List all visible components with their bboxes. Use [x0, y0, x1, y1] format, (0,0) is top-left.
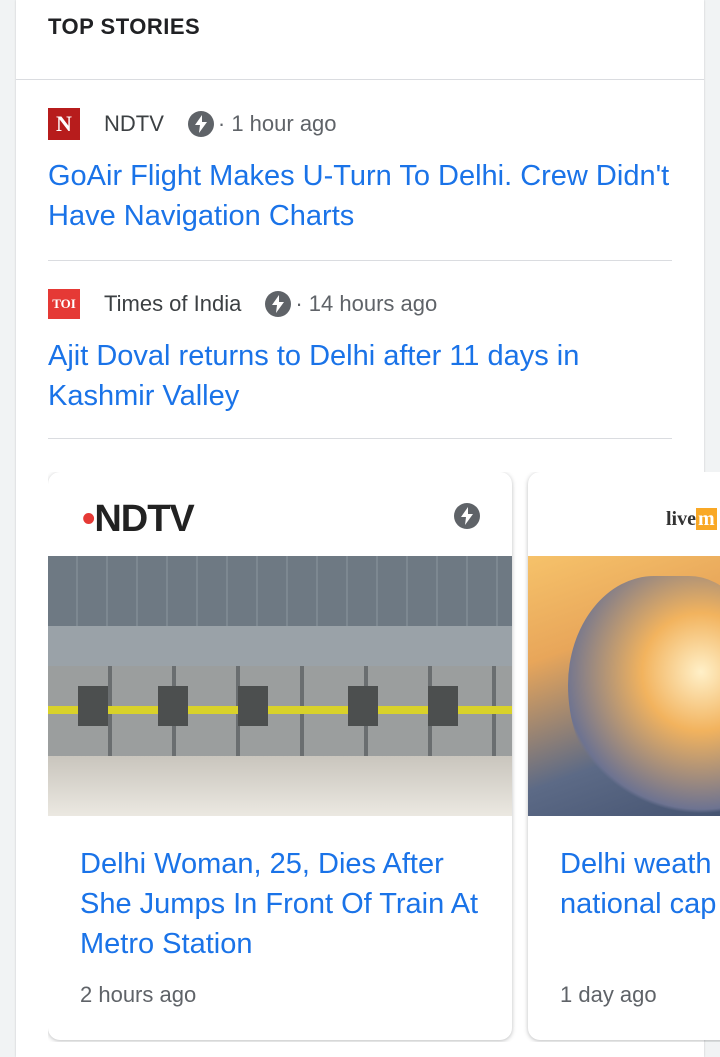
card-thumbnail-image	[528, 556, 720, 816]
story-item[interactable]: N NDTV · 1 hour ago GoAir Flight Makes U…	[48, 100, 672, 261]
story-meta: TOI Times of India · 14 hours ago	[48, 280, 672, 328]
news-card[interactable]: livem Delhi weath Heavy rains national c…	[528, 472, 720, 1040]
amp-lightning-icon	[454, 503, 480, 529]
story-item[interactable]: TOI Times of India · 14 hours ago Ajit D…	[48, 280, 672, 439]
card-headline-link[interactable]: Delhi weath Heavy rains national cap	[528, 816, 720, 982]
card-headline-link[interactable]: Delhi Woman, 25, Dies After She Jumps In…	[48, 816, 512, 982]
card-thumbnail-image	[48, 556, 512, 816]
ndtv-logo-icon: •NDTV	[82, 498, 195, 540]
card-time: 2 hours ago	[80, 982, 197, 1007]
story-headline-link[interactable]: GoAir Flight Makes U-Turn To Delhi. Crew…	[48, 156, 672, 236]
news-card[interactable]: •NDTV Delhi Woman, 25, Dies After She Ju…	[48, 472, 512, 1040]
amp-lightning-icon	[187, 111, 214, 137]
card-header: •NDTV	[48, 472, 512, 556]
news-carousel[interactable]: •NDTV Delhi Woman, 25, Dies After She Ju…	[48, 472, 720, 1042]
source-name: NDTV	[104, 111, 164, 136]
amp-lightning-icon	[265, 291, 292, 317]
toi-logo-icon: TOI	[48, 289, 80, 319]
story-time: · 1 hour ago	[217, 111, 337, 136]
livemint-logo-icon: live m	[666, 508, 717, 530]
story-time: · 14 hours ago	[295, 291, 438, 316]
section-title: TOP STORIES	[48, 14, 201, 39]
ndtv-logo-icon: N	[48, 108, 80, 140]
card-header: live m	[528, 472, 720, 556]
section-header: TOP STORIES	[16, 0, 704, 80]
story-meta: N NDTV · 1 hour ago	[48, 100, 672, 148]
story-headline-link[interactable]: Ajit Doval returns to Delhi after 11 day…	[48, 336, 672, 416]
card-time: 1 day ago	[560, 982, 657, 1007]
source-name: Times of India	[104, 291, 242, 316]
